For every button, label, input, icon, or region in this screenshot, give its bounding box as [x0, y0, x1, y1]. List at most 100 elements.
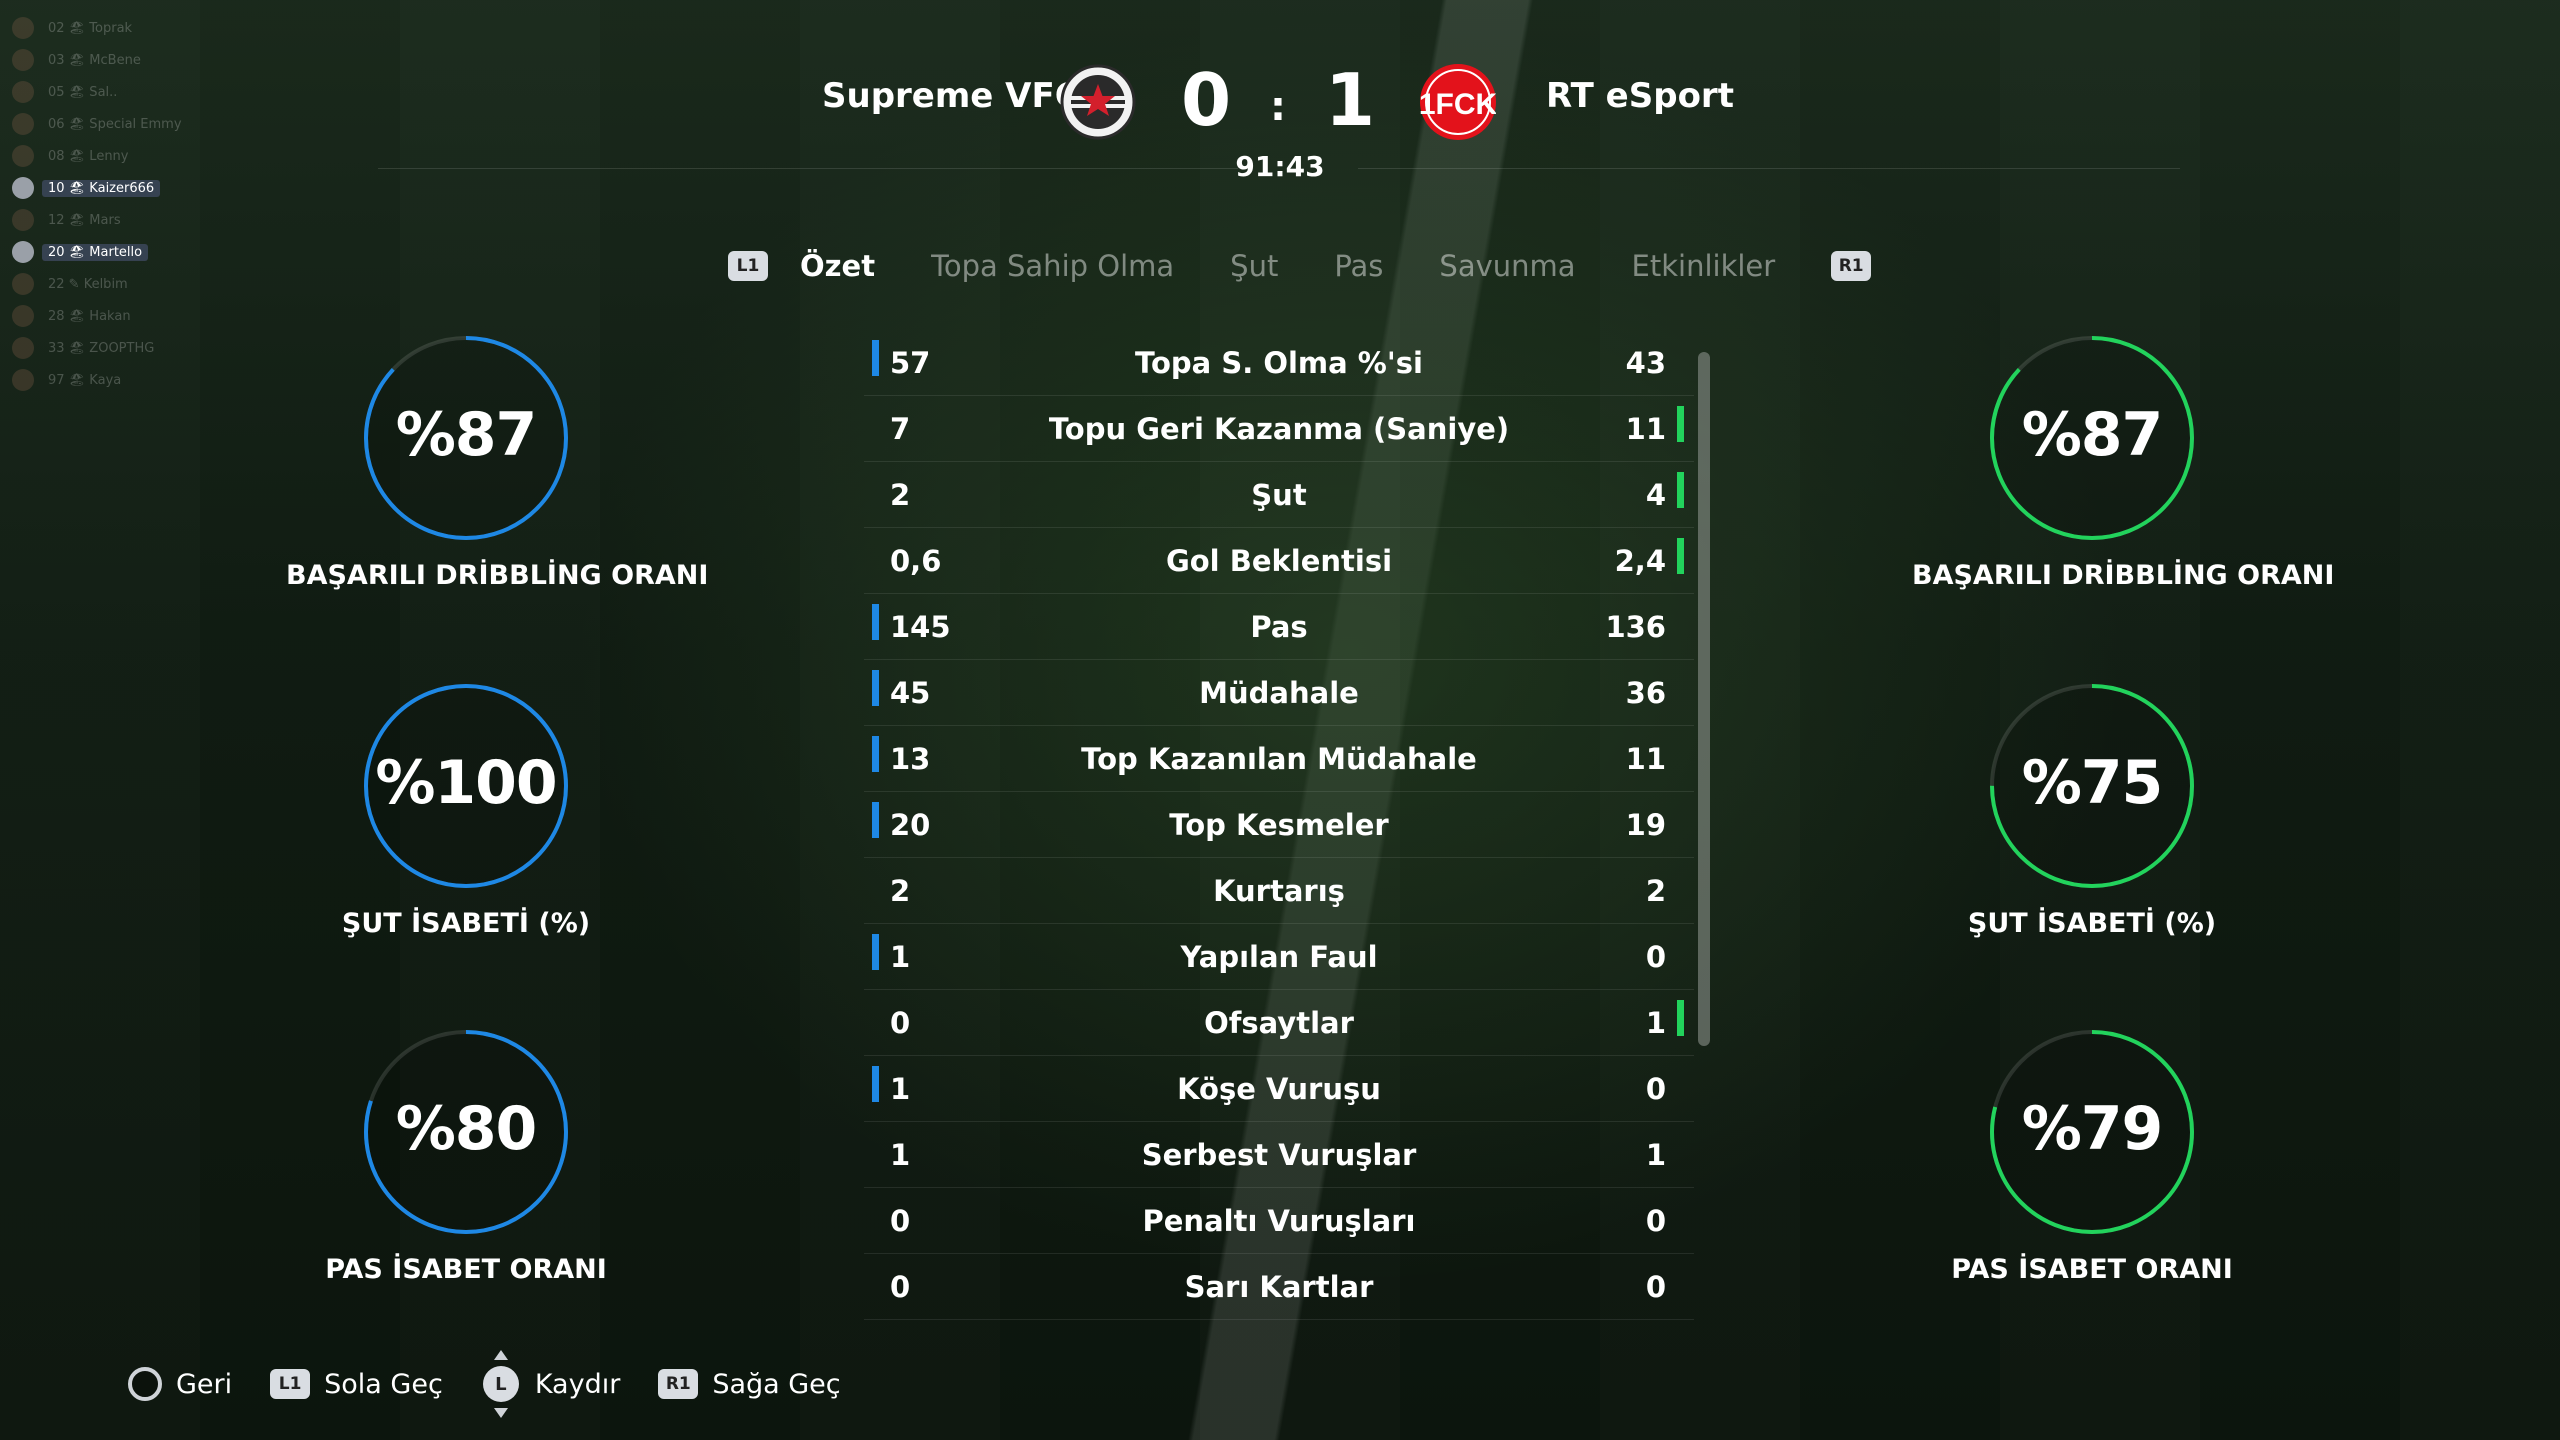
player-list-item[interactable]: 12 🏖 Mars [12, 204, 182, 236]
move-right-hint[interactable]: R1 Sağa Geç [658, 1368, 841, 1400]
circle-button-icon [128, 1367, 162, 1401]
button-hints: Geri L1 Sola Geç L Kaydır R1 Sağa Geç [128, 1350, 879, 1418]
avatar [12, 369, 34, 391]
player-list-item[interactable]: 05 🏖 Sal.. [12, 76, 182, 108]
gauge-value: %100 [375, 748, 557, 818]
stat-home-value: 0 [890, 1005, 911, 1040]
stats-tab-bar: L1 Özet Topa Sahip Olma Şut Pas Savunma Etkin… [728, 244, 1872, 288]
stat-label: Köşe Vuruşu [1177, 1071, 1381, 1106]
stat-row: 0 Ofsaytlar 1 [864, 990, 1694, 1056]
gauge-value: %87 [395, 400, 538, 470]
tab-0[interactable]: Özet [800, 249, 875, 283]
stat-label: Gol Beklentisi [1165, 543, 1393, 578]
move-right-label: Sağa Geç [712, 1368, 841, 1400]
stat-label: Pas [1250, 609, 1308, 644]
player-list-item[interactable]: 20 🏖 Martello [12, 236, 182, 268]
avatar [12, 273, 34, 295]
stat-label: Yapılan Faul [1180, 939, 1378, 974]
stat-row: 0,6 Gol Beklentisi 2,4 [864, 528, 1694, 594]
home-leader-bar [872, 1066, 879, 1102]
avatar [12, 241, 34, 263]
left-stick-icon: L [481, 1350, 521, 1418]
stat-away-value: 0 [1645, 1203, 1666, 1238]
stat-label: Şut [1251, 477, 1307, 512]
scroll-hint[interactable]: L Kaydır [481, 1350, 621, 1418]
stat-label: Serbest Vuruşlar [1141, 1137, 1417, 1172]
stat-label: Topu Geri Kazanma (Saniye) [1048, 411, 1510, 446]
back-hint[interactable]: Geri [128, 1367, 232, 1401]
stat-away-value: 136 [1605, 609, 1666, 644]
stat-home-value: 57 [890, 345, 931, 380]
gauge-3: %80 PAS İSABET ORANI [286, 1028, 646, 1285]
player-list-item[interactable]: 10 🏖 Kaizer666 [12, 172, 182, 204]
stat-row: 145 Pas 136 [864, 594, 1694, 660]
stat-home-value: 7 [890, 411, 911, 446]
stat-home-value: 13 [890, 741, 931, 776]
player-list-item[interactable]: 02 🏖 Toprak [12, 12, 182, 44]
stat-label: Topa S. Olma %'si [1135, 345, 1423, 380]
player-list-item[interactable]: 33 🏖 ZOOPTHG [12, 332, 182, 364]
away-leader-bar [1677, 472, 1684, 508]
player-label: 12 🏖 Mars [48, 212, 121, 228]
stat-label: Top Kazanılan Müdahale [1081, 741, 1477, 776]
player-label: 33 🏖 ZOOPTHG [48, 340, 155, 356]
stat-away-value: 11 [1625, 741, 1666, 776]
avatar [12, 337, 34, 359]
tab-1[interactable]: Topa Sahip Olma [931, 249, 1174, 283]
stat-away-value: 36 [1625, 675, 1666, 710]
arrow-down-icon [493, 1408, 508, 1418]
player-label: 97 🏖 Kaya [48, 372, 122, 388]
home-leader-bar [872, 736, 879, 772]
stat-away-value: 2,4 [1614, 543, 1666, 578]
l1-button-icon[interactable]: L1 [728, 251, 768, 281]
player-list-item[interactable]: 08 🏖 Lenny [12, 140, 182, 172]
player-label: 28 🏖 Hakan [48, 308, 131, 324]
home-team-name: Supreme VFC [822, 76, 1080, 116]
svg-text:1FCK: 1FCK [1420, 88, 1496, 121]
move-left-hint[interactable]: L1 Sola Geç [270, 1369, 443, 1400]
gauge-label: ŞUT İSABETİ (%) [341, 908, 591, 939]
arrow-up-icon [493, 1350, 508, 1360]
home-leader-bar [872, 340, 879, 376]
player-list-item[interactable]: 06 🏖 Special Emmy [12, 108, 182, 140]
stat-row: 0 Sarı Kartlar 0 [864, 1254, 1694, 1320]
player-list-item[interactable]: 03 🏖 McBene [12, 44, 182, 76]
stat-label: Penaltı Vuruşları [1142, 1203, 1416, 1238]
away-score: 1 [1324, 58, 1376, 142]
r1-button-icon[interactable]: R1 [1831, 251, 1872, 281]
tab-2[interactable]: Şut [1230, 249, 1278, 283]
player-label: 20 🏖 Martello [42, 243, 149, 261]
stat-row: 1 Yapılan Faul 0 [864, 924, 1694, 990]
stat-away-value: 1 [1645, 1005, 1666, 1040]
home-score: 0 [1180, 58, 1232, 142]
player-list-item[interactable]: 97 🏖 Kaya [12, 364, 182, 396]
gauge-value: %79 [2021, 1094, 2164, 1164]
fck-crest-icon: 1FCK [1419, 64, 1498, 140]
avatar [12, 145, 34, 167]
stat-home-value: 1 [890, 939, 911, 974]
stats-table[interactable]: 57 Topa S. Olma %'si 43 7 Topu Geri Kazanma … [864, 330, 1694, 1320]
stat-home-value: 20 [890, 807, 931, 842]
tab-4[interactable]: Savunma [1439, 249, 1575, 283]
avatar [12, 49, 34, 71]
stat-away-value: 0 [1645, 1071, 1666, 1106]
stat-away-value: 11 [1625, 411, 1666, 446]
scroll-label: Kaydır [534, 1368, 621, 1400]
avatar [12, 209, 34, 231]
stat-row: 57 Topa S. Olma %'si 43 [864, 330, 1694, 396]
gauge-label: PAS İSABET ORANI [1951, 1254, 2233, 1285]
tab-3[interactable]: Pas [1334, 249, 1383, 283]
stat-home-value: 2 [890, 477, 911, 512]
player-list-item[interactable]: 28 🏖 Hakan [12, 300, 182, 332]
stat-away-value: 2 [1645, 873, 1666, 908]
stat-row: 7 Topu Geri Kazanma (Saniye) 11 [864, 396, 1694, 462]
tab-5[interactable]: Etkinlikler [1632, 249, 1776, 283]
stat-away-value: 19 [1625, 807, 1666, 842]
stat-row: 20 Top Kesmeler 19 [864, 792, 1694, 858]
player-list-item[interactable]: 22 ✎ Kelbim [12, 268, 182, 300]
stat-row: 13 Top Kazanılan Müdahale 11 [864, 726, 1694, 792]
star-crest-icon [1060, 64, 1136, 140]
stats-scrollbar[interactable] [1698, 352, 1710, 1046]
avatar [12, 81, 34, 103]
player-label: 03 🏖 McBene [48, 52, 141, 68]
